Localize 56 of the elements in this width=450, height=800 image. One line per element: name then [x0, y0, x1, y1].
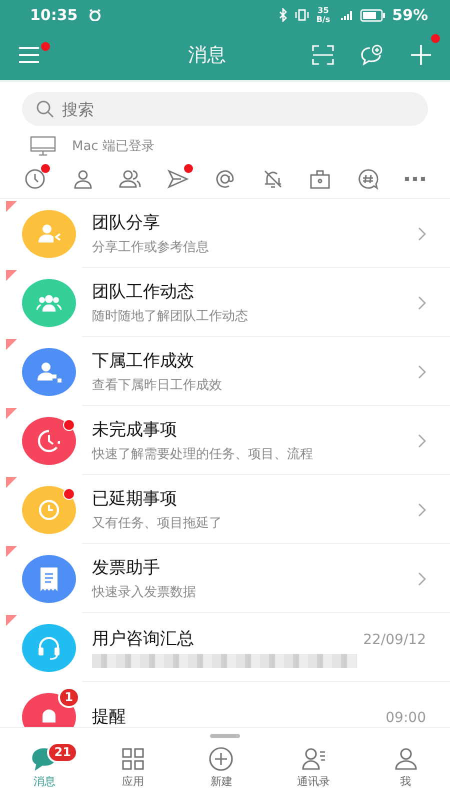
- conversation-item[interactable]: 发票助手 快速录入发票数据: [0, 544, 450, 613]
- plus-icon: [410, 44, 432, 66]
- scan-icon: [312, 45, 334, 65]
- conversation-title: 未完成事项: [92, 419, 177, 441]
- conversation-item[interactable]: 下属工作成效 查看下属昨日工作成效: [0, 337, 450, 406]
- nav-tab[interactable]: 新建: [184, 740, 258, 793]
- unread-count: 1: [58, 686, 80, 708]
- conversation-item[interactable]: 团队分享 分享工作或参考信息: [0, 199, 450, 268]
- battery-icon: [360, 8, 386, 22]
- paper-plane-icon: [166, 167, 190, 191]
- chat-add-icon: [360, 44, 384, 66]
- hashtag-bubble-icon: [356, 167, 380, 191]
- conversation-preview: 又有任务、项目拖延了: [92, 515, 223, 532]
- conversation-title: 发票助手: [92, 557, 160, 579]
- monitor-icon: [30, 136, 56, 156]
- drag-handle[interactable]: [210, 734, 240, 738]
- unread-count: 21: [47, 742, 78, 763]
- network-speed-unit: B/s: [316, 15, 330, 24]
- alarm-icon: [88, 9, 102, 21]
- conversation-title: 下属工作成效: [92, 350, 194, 372]
- bluetooth-icon: [278, 8, 288, 22]
- conversation-item[interactable]: 已延期事项 又有任务、项目拖延了: [0, 475, 450, 544]
- conversation-title: 用户咨询汇总: [92, 628, 194, 650]
- window-title: 消息: [187, 43, 227, 68]
- conversation-preview: 随时随地了解团队工作动态: [92, 308, 249, 325]
- conversation-preview: 分享工作或参考信息: [92, 239, 210, 256]
- plus-circle-icon: [208, 746, 234, 772]
- login-notice: Mac 端已登录: [72, 138, 154, 155]
- conversation-time: 22/09/12: [363, 632, 426, 648]
- conversation-preview: 查看下属昨日工作成效: [92, 377, 223, 394]
- person-icon: [392, 746, 419, 772]
- vibrate-icon: [294, 9, 310, 21]
- grid-icon: [120, 746, 146, 772]
- conversation-item[interactable]: 团队工作动态 随时随地了解团队工作动态: [0, 268, 450, 337]
- status-time: 10:35: [30, 6, 78, 24]
- conversation-preview: 快速了解需要处理的任务、项目、流程: [92, 446, 314, 463]
- conversation-title: 团队分享: [92, 212, 160, 234]
- conversation-title: 提醒: [92, 706, 126, 727]
- search-field[interactable]: 搜索: [22, 92, 428, 126]
- network-speed: 35: [318, 6, 329, 15]
- conversation-title: 已延期事项: [92, 488, 177, 510]
- conversation-preview: 快速录入发票数据: [92, 584, 197, 601]
- nav-tab[interactable]: 我: [368, 740, 443, 793]
- conversation-item[interactable]: 未完成事项 快速了解需要处理的任务、项目、流程: [0, 406, 450, 475]
- conversation-title: 团队工作动态: [92, 281, 194, 303]
- menu-icon: [18, 46, 42, 64]
- search-icon: [36, 100, 54, 118]
- nav-tab[interactable]: 21 消息: [7, 740, 82, 793]
- conversation-item[interactable]: 用户咨询汇总 22/09/12: [0, 613, 450, 682]
- battery-level: 59%: [392, 6, 428, 24]
- nav-tab[interactable]: 应用: [96, 740, 170, 793]
- clock-icon: [23, 167, 47, 191]
- contacts-icon: [300, 746, 327, 772]
- conversation-time: 09:00: [386, 710, 426, 726]
- more-icon: [405, 177, 425, 181]
- nav-tab[interactable]: 通讯录: [273, 740, 354, 793]
